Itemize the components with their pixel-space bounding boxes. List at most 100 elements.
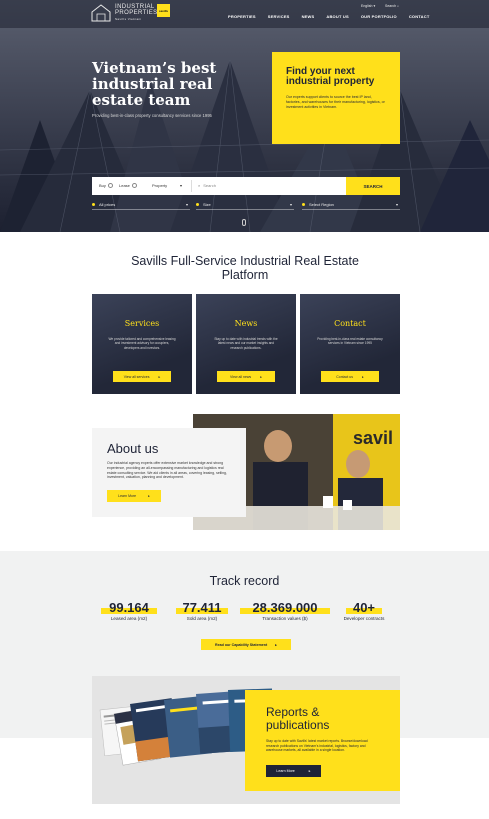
nav-contact[interactable]: CONTACT	[409, 14, 430, 19]
arrow-right-icon: ▸	[260, 374, 262, 379]
buy-label: Buy	[99, 183, 106, 188]
svg-text:savil: savil	[353, 428, 393, 448]
logo-line3: Savills Vietnam	[115, 16, 142, 21]
hero-subtitle: Providing best-in-class property consult…	[92, 113, 212, 118]
region-filter[interactable]: Select Region ▾	[302, 200, 400, 210]
contact-us-button[interactable]: Contact us ▸	[321, 371, 379, 382]
find-property-title: Find your next industrial property	[286, 66, 375, 87]
chevron-down-icon: ▾	[373, 4, 376, 8]
price-filter[interactable]: All prices ▾	[92, 200, 190, 210]
reports-description: Stay up to date with Savills' latest mar…	[266, 739, 368, 753]
scroll-down-icon[interactable]	[242, 219, 246, 226]
stat-developer-contracts: 40+ Developer contracts	[336, 600, 392, 621]
chevron-down-icon: ▾	[180, 183, 183, 188]
services-card-title: Services	[124, 319, 160, 328]
news-card[interactable]: News Stay up to date with industrial tre…	[196, 294, 296, 394]
radio-icon	[107, 183, 113, 188]
chevron-down-icon: ▾	[289, 202, 292, 207]
about-button-label: Learn More	[118, 494, 137, 498]
nav-services[interactable]: SERVICES	[268, 14, 290, 19]
about-title: About us	[107, 441, 159, 456]
main-nav: PROPERTIES SERVICES NEWS ABOUT US OUR PO…	[228, 14, 429, 19]
arrow-right-icon: ▸	[275, 642, 277, 647]
language-selector[interactable]: English ▾	[361, 4, 375, 8]
stat-value: 28.369.000	[252, 600, 318, 615]
contact-card-desc: Providing best-in-class real estate cons…	[317, 337, 383, 346]
services-card[interactable]: Services We provide tailored and compreh…	[92, 294, 192, 394]
nav-properties[interactable]: PROPERTIES	[228, 14, 256, 19]
price-filter-label: All prices	[99, 202, 116, 207]
property-type-label: Property	[152, 183, 168, 188]
property-search-bar: Buy Lease Property ▾ ⌕ Search SEARCH	[92, 177, 400, 195]
view-all-news-button[interactable]: View all news ▸	[217, 371, 275, 382]
stat-label: Leased area (m2)	[110, 616, 148, 621]
stat-label: Transaction values ($)	[262, 616, 308, 621]
services-card-desc: We provide tailored and comprehensive le…	[108, 337, 176, 350]
find-property-description: Our experts support clients to source th…	[286, 95, 385, 109]
news-card-title: News	[234, 319, 258, 328]
arrow-right-icon: ▸	[361, 374, 364, 379]
stat-sold-area: 77.411 Sold area (m2)	[176, 600, 228, 621]
stat-label: Developer contracts	[343, 616, 385, 621]
stat-value: 99.164	[109, 600, 149, 615]
stat-transaction-values: 28.369.000 Transaction values ($)	[240, 600, 330, 621]
stat-leased-area: 99.164 Leased area (m2)	[101, 600, 157, 621]
logo-text: INDUSTRIAL PROPERTIES Savills Vietnam	[115, 4, 158, 22]
about-description: Our industrial agency experts offer exte…	[107, 461, 227, 480]
contact-button-label: Contact us	[336, 374, 353, 379]
size-icon	[196, 203, 199, 206]
stat-label: Sold area (m2)	[186, 616, 218, 621]
hero-title: Vietnam’s best industrial real estate te…	[92, 59, 217, 109]
news-card-desc: Stay up to date with industrial trends w…	[214, 337, 278, 350]
about-us-box: About us Our industrial agency experts o…	[92, 428, 246, 517]
view-all-services-button[interactable]: View all services ▸	[113, 371, 171, 382]
stat-value: 40+	[352, 600, 376, 615]
capability-statement-button[interactable]: Read our Capability Statement ▸	[201, 639, 291, 650]
price-icon	[92, 203, 95, 206]
search-input[interactable]: ⌕ Search	[198, 183, 216, 188]
reports-title: Reports & publications	[266, 705, 330, 732]
nav-news[interactable]: NEWS	[302, 14, 315, 19]
lease-option[interactable]: Lease	[119, 183, 137, 188]
radio-icon	[131, 183, 137, 188]
header-search-label: Search	[385, 4, 397, 8]
nav-our-portfolio[interactable]: OUR PORTFOLIO	[361, 14, 397, 19]
arrow-right-icon: ▸	[148, 494, 150, 498]
platform-title: Savills Full-Service Industrial Real Est…	[131, 254, 359, 282]
search-icon: ⌕	[397, 4, 400, 8]
chevron-down-icon: ▾	[185, 202, 188, 207]
house-logo-icon	[91, 4, 111, 22]
location-icon	[302, 203, 305, 206]
stat-value: 77.411	[182, 600, 222, 615]
logo-line2: PROPERTIES	[115, 9, 158, 16]
buy-option[interactable]: Buy	[99, 183, 113, 188]
search-filters: All prices ▾ Size ▾ Select Region ▾	[92, 200, 400, 210]
hero-building-image	[0, 0, 489, 232]
reports-card: Reports & publications Stay up to date w…	[245, 690, 400, 791]
arrow-right-icon: ▸	[308, 769, 311, 773]
logo-line1: INDUSTRIAL	[115, 3, 155, 10]
hero-section: INDUSTRIAL PROPERTIES Savills Vietnam sa…	[0, 0, 489, 232]
reports-button-label: Learn More	[276, 769, 295, 773]
language-label: English	[361, 4, 373, 8]
search-button[interactable]: SEARCH	[346, 177, 400, 195]
reports-learn-more-button[interactable]: Learn More ▸	[266, 765, 321, 777]
capability-button-label: Read our Capability Statement	[215, 642, 268, 647]
header-search-button[interactable]: Search ⌕	[385, 4, 399, 8]
size-filter[interactable]: Size ▾	[196, 200, 294, 210]
top-navigation: INDUSTRIAL PROPERTIES Savills Vietnam sa…	[0, 0, 489, 28]
news-button-label: View all news	[230, 374, 252, 379]
track-record-title: Track record	[209, 574, 280, 588]
services-button-label: View all services	[123, 374, 150, 379]
search-placeholder: Search	[203, 183, 216, 188]
chevron-down-icon: ▾	[395, 202, 398, 207]
lease-label: Lease	[119, 183, 130, 188]
arrow-right-icon: ▸	[158, 374, 161, 379]
search-icon: ⌕	[198, 183, 201, 188]
divider	[191, 180, 192, 192]
nav-about-us[interactable]: ABOUT US	[326, 14, 349, 19]
find-property-card: Find your next industrial property Our e…	[272, 52, 400, 144]
property-type-select[interactable]: Property	[152, 183, 167, 188]
about-learn-more-button[interactable]: Learn More ▸	[107, 490, 161, 502]
contact-card[interactable]: Contact Providing best-in-class real est…	[300, 294, 400, 394]
